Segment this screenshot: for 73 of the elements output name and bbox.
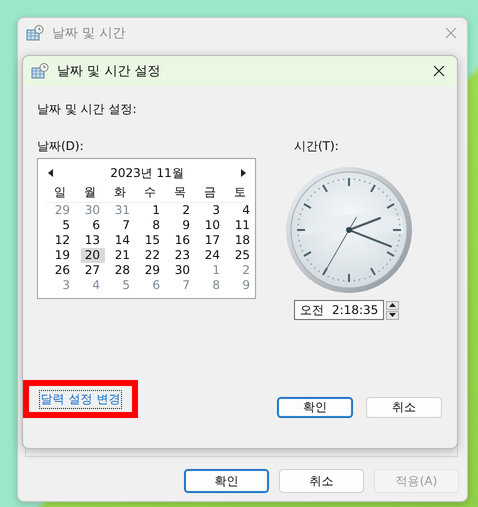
calendar-day[interactable]: 3 [45, 278, 75, 293]
calendar-day[interactable]: 6 [135, 278, 165, 293]
down-arrow-icon [389, 313, 396, 317]
time-label: 시간(T): [294, 138, 340, 155]
section-heading: 날짜 및 시간 설정: [37, 101, 138, 118]
calendar-day[interactable]: 16 [165, 233, 195, 248]
calendar-day[interactable]: 4 [75, 278, 105, 293]
calendar-day[interactable]: 9 [165, 218, 195, 233]
month-title[interactable]: 2023년 11월 [110, 164, 184, 182]
calendar-day[interactable]: 28 [105, 263, 135, 278]
weekday-label: 월 [83, 184, 97, 201]
calendar-day[interactable]: 8 [135, 218, 165, 233]
spin-down-button[interactable] [386, 310, 399, 320]
calendar-clock-icon [31, 63, 49, 79]
calendar-day[interactable]: 22 [135, 248, 165, 263]
calendar-day[interactable]: 29 [135, 263, 165, 278]
weekday-label: 목 [173, 184, 187, 201]
dialog-button[interactable]: 취소 [366, 397, 442, 418]
calendar-day[interactable]: 29 [45, 203, 75, 218]
weekday-label: 토 [233, 184, 247, 201]
calendar-day[interactable]: 27 [75, 263, 105, 278]
calendar-day[interactable]: 30 [75, 203, 105, 218]
calendar-day[interactable]: 7 [105, 218, 135, 233]
calendar-day[interactable]: 2 [165, 203, 195, 218]
calendar-day[interactable]: 11 [225, 218, 255, 233]
weekday-label: 화 [113, 184, 127, 201]
calendar-day[interactable]: 23 [165, 248, 195, 263]
period-text: 오전 [300, 302, 324, 318]
calendar-day[interactable]: 5 [45, 218, 75, 233]
calendar-day[interactable]: 19 [45, 248, 75, 263]
calendar-day[interactable]: 6 [75, 218, 105, 233]
window-title: 날짜 및 시간 [52, 25, 126, 42]
calendar-day[interactable]: 8 [195, 278, 225, 293]
calendar-day[interactable]: 26 [45, 263, 75, 278]
calendar-day[interactable]: 20 [81, 248, 105, 263]
next-month-icon[interactable] [241, 169, 246, 177]
dialog-title: 날짜 및 시간 설정 [57, 63, 162, 80]
weekday-label: 일 [53, 184, 67, 201]
calendar-clock-icon [26, 25, 44, 41]
calendar-day[interactable]: 24 [195, 248, 225, 263]
calendar-day[interactable]: 25 [225, 248, 255, 263]
calendar-day[interactable]: 4 [225, 203, 255, 218]
calendar-day[interactable]: 14 [105, 233, 135, 248]
calendar-day[interactable]: 13 [75, 233, 105, 248]
calendar-day[interactable]: 18 [225, 233, 255, 248]
date-label: 날짜(D): [37, 138, 85, 155]
calendar-day[interactable]: 3 [195, 203, 225, 218]
calendar-day[interactable]: 10 [195, 218, 225, 233]
calendar-day[interactable]: 30 [165, 263, 195, 278]
time-text: 2:18:35 [332, 303, 378, 317]
calendar-day[interactable]: 9 [225, 278, 255, 293]
calendar-day[interactable]: 1 [135, 203, 165, 218]
dialog-button[interactable]: 확인 [184, 469, 269, 493]
dialog-button[interactable]: 확인 [277, 397, 353, 418]
weekday-label: 수 [143, 184, 157, 201]
calendar-day[interactable]: 1 [195, 263, 225, 278]
calendar-day[interactable]: 12 [45, 233, 75, 248]
calendar-day[interactable]: 17 [195, 233, 225, 248]
spin-up-button[interactable] [386, 300, 399, 310]
previous-month-icon[interactable] [48, 169, 53, 177]
calendar-day[interactable]: 31 [105, 203, 135, 218]
weekday-label: 금 [203, 184, 217, 201]
calendar-day[interactable]: 7 [165, 278, 195, 293]
calendar-day[interactable]: 15 [135, 233, 165, 248]
calendar-day[interactable]: 21 [105, 248, 135, 263]
calendar[interactable]: 2023년 11월 일 월 화 수 목 금 토 29 30 31 1 2 3 4 5 6 7 8 9 10 11 12 13 14 15 16 17 18 19 20 21 22 23 24 25 26 27 28 29 30 1 2 3 4 5 6 7 8 9 [37, 158, 256, 299]
calendar-day[interactable]: 5 [105, 278, 135, 293]
up-arrow-icon [389, 303, 396, 307]
dialog-button[interactable]: 취소 [279, 469, 364, 493]
calendar-day[interactable]: 2 [225, 263, 255, 278]
time-field[interactable]: 오전 2:18:35 [294, 300, 384, 320]
close-icon[interactable] [433, 65, 445, 77]
calendar-settings-link[interactable]: 달력 설정 변경 [40, 390, 122, 408]
